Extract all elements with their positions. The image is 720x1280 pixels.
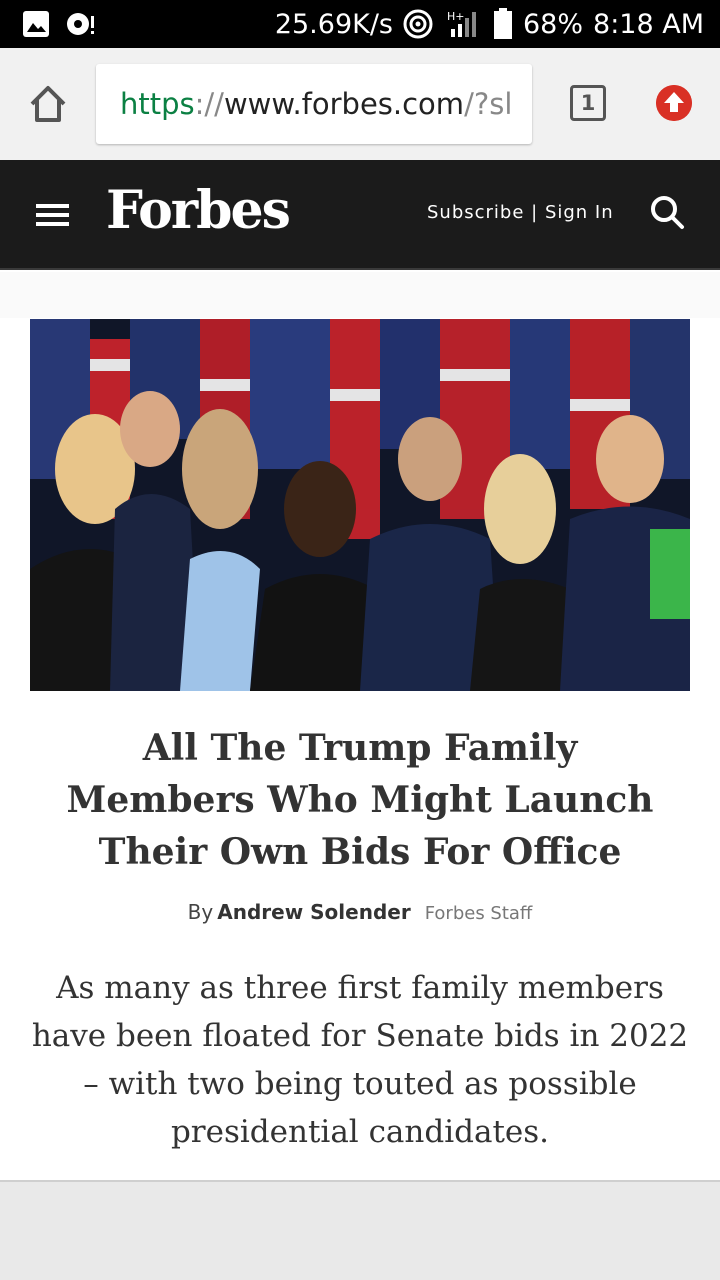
network-speed: 25.69K/s xyxy=(274,8,393,40)
article-hero-image[interactable] xyxy=(30,319,690,691)
browser-toolbar: https://www.forbes.com/?sl 1 xyxy=(0,48,720,160)
image-icon xyxy=(23,11,49,37)
author-link[interactable]: Andrew Solender xyxy=(217,900,410,924)
media-icon xyxy=(67,13,94,35)
signal-icon: H+ xyxy=(447,10,476,37)
tab-switcher-button[interactable]: 1 xyxy=(570,85,606,121)
status-bar: 25.69K/s H+ 68% 8:18 AM xyxy=(0,0,720,48)
site-header: Forbes Subscribe | Sign In xyxy=(0,160,720,270)
article-headline: All The Trump Family Members Who Might L… xyxy=(66,727,654,873)
home-icon[interactable] xyxy=(26,82,70,126)
author-role: Forbes Staff xyxy=(424,903,533,924)
network-type: H+ xyxy=(447,10,465,23)
url-host: www.forbes.com xyxy=(223,87,465,121)
battery-level: 68% xyxy=(523,8,584,40)
search-icon[interactable] xyxy=(649,194,685,230)
menu-icon[interactable] xyxy=(36,204,69,226)
clock: 8:18 AM xyxy=(593,8,704,40)
upload-arrow-icon[interactable] xyxy=(656,85,692,121)
url-scheme: https xyxy=(120,87,195,121)
forbes-logo[interactable]: Forbes xyxy=(106,180,291,241)
url-separator: :// xyxy=(194,87,224,121)
byline: By Andrew Solender Forbes Staff xyxy=(0,900,720,924)
byline-prefix: By xyxy=(187,900,214,924)
subscribe-signin-link[interactable]: Subscribe | Sign In xyxy=(427,202,614,223)
ad-spacer xyxy=(0,272,720,318)
url-tail: /?sl xyxy=(464,87,513,121)
bottom-ad-banner[interactable] xyxy=(0,1180,720,1280)
url-field[interactable]: https://www.forbes.com/?sl xyxy=(96,64,532,144)
article-dek: As many as three first family members ha… xyxy=(31,970,689,1150)
hotspot-icon xyxy=(403,9,433,39)
battery-icon xyxy=(494,8,512,39)
